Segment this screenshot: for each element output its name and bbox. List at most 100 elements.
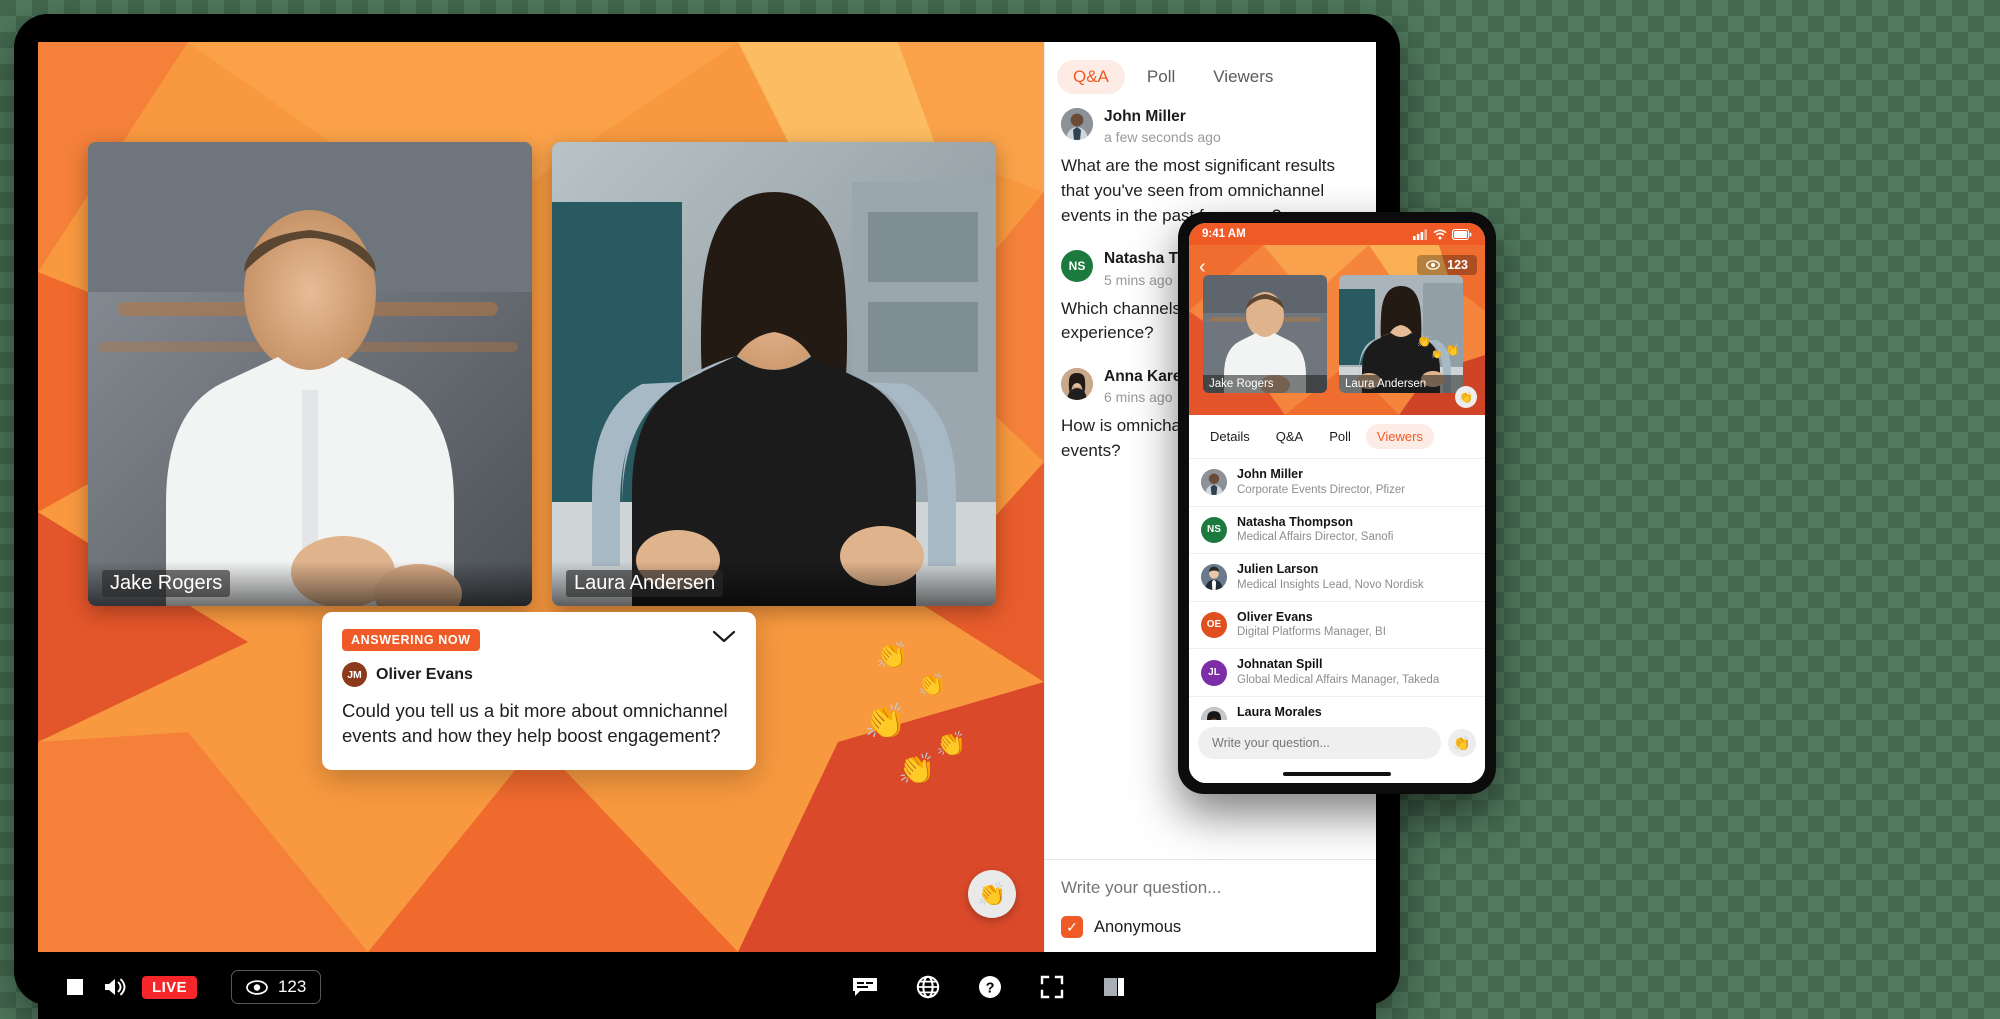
viewer-name: Oliver Evans [1237,609,1313,624]
video-tile-laura[interactable]: Laura Andersen [552,142,996,606]
mobile-video-stage: ‹ 123 Jake Rogers Laura Andersen 👏 👏 👏 👏 [1189,245,1485,415]
qa-timestamp: a few seconds ago [1104,129,1221,146]
avatar-initials: NS [1068,259,1086,274]
tile-label: Laura Andersen [1339,375,1463,393]
help-icon[interactable]: ? [978,975,1002,999]
list-item[interactable]: John Miller Corporate Events Director, P… [1189,458,1485,506]
clap-reaction: 👏 [876,640,909,670]
mobile-viewer-count-pill[interactable]: 123 [1417,255,1477,275]
live-badge: LIVE [142,975,197,999]
clap-reaction: 👏 [864,703,907,741]
answer-question-text: Could you tell us a bit more about omnic… [342,700,728,746]
list-item-text: Oliver Evans Digital Platforms Manager, … [1237,610,1386,641]
mobile-compose-area: 👏 [1189,720,1485,765]
closed-captions-icon[interactable] [852,977,878,997]
screenshot-root: { "colors": { "accent": "#ef5a26", "acce… [0,0,2000,1019]
volume-icon[interactable] [102,976,126,998]
viewer-title: Global Medical Affairs Manager, Takeda [1237,673,1440,686]
layout-panel-icon[interactable] [1102,975,1126,999]
avatar: JM [342,662,367,687]
list-item-text: John Miller Corporate Events Director, P… [1237,467,1405,498]
clap-reaction: 👏 [1431,349,1443,359]
clap-icon: 👏 [977,880,1007,907]
qa-author: John Miller [1104,108,1186,125]
status-indicators [1413,228,1472,240]
clap-reaction: 👏 [918,672,946,697]
mobile-video-tile-jake[interactable]: Jake Rogers [1203,275,1327,393]
qa-tab-bar: Q&A Poll Viewers [1045,42,1376,104]
avatar [1201,469,1227,496]
viewer-name: Natasha Thompson [1237,514,1353,529]
qa-question-header: John Miller a few seconds ago [1061,108,1360,145]
avatar [1201,564,1227,591]
qa-compose-area: ✓ Anonymous [1045,859,1376,952]
clap-reaction: 👏 [936,731,966,758]
status-badge: ANSWERING NOW [342,629,480,651]
mobile-viewer-list[interactable]: John Miller Corporate Events Director, P… [1189,458,1485,720]
control-bar-right: ? [852,975,1376,999]
list-item[interactable]: JL Johnatan Spill Global Medical Affairs… [1189,648,1485,696]
tab-poll[interactable]: Poll [1318,424,1362,449]
clap-icon: 👏 [1453,734,1471,751]
avatar: NS [1201,516,1227,543]
viewer-title: Digital Platforms Manager, BI [1237,626,1386,639]
avatar-initials: OE [1206,619,1222,631]
tile-label: Jake Rogers [88,561,532,606]
list-item[interactable]: NS Natasha Thompson Medical Affairs Dire… [1189,505,1485,554]
list-item[interactable]: Laura Morales Head of CX, Bayer [1189,695,1485,720]
viewer-count-pill[interactable]: 123 [230,970,322,1004]
mobile-clap-reaction-button[interactable]: 👏 [1455,386,1477,408]
tab-qa[interactable]: Q&A [1265,424,1314,449]
anonymous-checkbox[interactable]: ✓ [1061,916,1083,938]
eye-icon [246,979,268,995]
laura-name: Laura Andersen [566,570,724,597]
video-stage: Jake Rogers Laura Andersen 👏 👏 👏 👏 👏 👏 A… [38,42,1044,952]
check-icon: ✓ [1066,918,1078,935]
clap-reaction-button[interactable]: 👏 [968,870,1016,918]
tab-details[interactable]: Details [1199,424,1261,449]
qa-question-input[interactable] [1061,878,1360,898]
list-item[interactable]: Julien Larson Medical Insights Lead, Nov… [1189,553,1485,601]
tab-viewers[interactable]: Viewers [1365,424,1434,449]
answering-now-card: ANSWERING NOW JM Oliver Evans Could you … [322,612,756,771]
svg-text:?: ? [986,981,995,997]
answer-author: JM Oliver Evans [342,662,736,687]
viewer-name: Laura Morales [1237,704,1322,719]
anonymous-toggle-row[interactable]: ✓ Anonymous [1061,916,1360,938]
wifi-icon [1433,229,1447,239]
chevron-left-icon[interactable]: ‹ [1199,257,1206,277]
avatar [1061,368,1093,401]
mobile-video-tile-laura[interactable]: Laura Andersen 👏 👏 👏 [1339,275,1463,393]
viewer-title: Medical Affairs Director, Sanofi [1237,531,1394,544]
stop-square-icon[interactable] [64,976,86,998]
home-indicator [1189,765,1485,783]
qa-meta: John Miller a few seconds ago [1104,108,1221,145]
signal-bars-icon [1413,229,1427,240]
clap-reaction: 👏 [1445,343,1460,357]
clap-reaction: 👏 [898,753,936,786]
video-tile-jake[interactable]: Jake Rogers [88,142,532,606]
viewer-count: 123 [1447,258,1468,272]
status-time: 9:41 AM [1202,228,1246,240]
mobile-status-bar: 9:41 AM [1189,223,1485,245]
avatar-initials: NS [1207,524,1221,536]
mobile-question-input[interactable] [1198,727,1441,759]
jake-name: Jake Rogers [102,570,231,597]
tile-label: Laura Andersen [552,561,996,606]
viewer-count: 123 [277,977,307,996]
clap-reaction: 👏 [1417,336,1431,348]
mobile-tab-bar: Details Q&A Poll Viewers [1189,415,1485,458]
list-item-text: Natasha Thompson Medical Affairs Directo… [1237,515,1393,546]
mobile-clap-button[interactable]: 👏 [1448,729,1476,757]
fullscreen-icon[interactable] [1040,975,1064,999]
tab-qa[interactable]: Q&A [1057,60,1125,94]
avatar: OE [1201,611,1227,638]
battery-icon [1452,228,1472,240]
tab-viewers[interactable]: Viewers [1197,60,1289,94]
list-item[interactable]: OE Oliver Evans Digital Platforms Manage… [1189,600,1485,649]
qa-question-item: John Miller a few seconds ago What are t… [1061,108,1360,228]
chevron-down-icon[interactable] [712,630,736,649]
tab-poll[interactable]: Poll [1131,60,1191,94]
globe-icon[interactable] [916,975,940,999]
jake-video-frame [88,142,532,606]
